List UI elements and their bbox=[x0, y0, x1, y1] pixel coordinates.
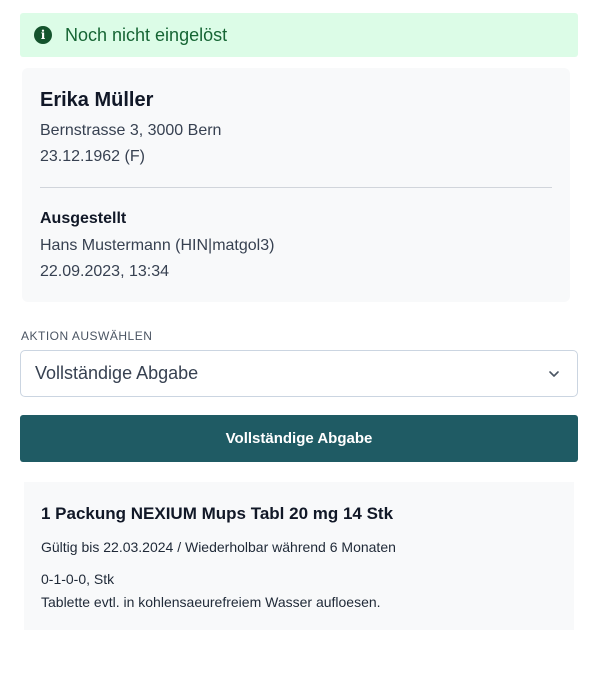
medication-title: 1 Packung NEXIUM Mups Tabl 20 mg 14 Stk bbox=[41, 504, 394, 523]
action-select-label: AKTION AUSWÄHLEN bbox=[21, 329, 153, 343]
card-divider bbox=[40, 187, 552, 188]
issued-heading: Ausgestellt bbox=[40, 210, 127, 227]
action-select[interactable]: Vollständige Abgabe bbox=[20, 350, 578, 397]
status-text: Noch nicht eingelöst bbox=[65, 24, 228, 45]
chevron-down-icon bbox=[549, 371, 559, 377]
issued-date: 22.09.2023, 13:34 bbox=[40, 263, 170, 280]
info-icon: i bbox=[34, 26, 52, 44]
patient-name: Erika Müller bbox=[40, 89, 154, 111]
medication-note: Tablette evtl. in kohlensaeurefreiem Was… bbox=[41, 594, 381, 610]
action-select-value: Vollständige Abgabe bbox=[35, 363, 199, 383]
medication-card: 1 Packung NEXIUM Mups Tabl 20 mg 14 Stk … bbox=[24, 482, 574, 630]
issued-by: Hans Mustermann (HIN|matgol3) bbox=[40, 237, 275, 254]
submit-action-button[interactable]: Vollständige Abgabe bbox=[20, 415, 578, 462]
medication-dosage: 0-1-0-0, Stk bbox=[41, 571, 115, 587]
patient-birth-info: 23.12.1962 (F) bbox=[40, 148, 145, 165]
patient-address: Bernstrasse 3, 3000 Bern bbox=[40, 122, 222, 139]
patient-card: Erika Müller Bernstrasse 3, 3000 Bern 23… bbox=[22, 68, 570, 302]
status-banner: i Noch nicht eingelöst bbox=[20, 13, 578, 57]
medication-validity: Gültig bis 22.03.2024 / Wiederholbar wäh… bbox=[41, 539, 396, 555]
